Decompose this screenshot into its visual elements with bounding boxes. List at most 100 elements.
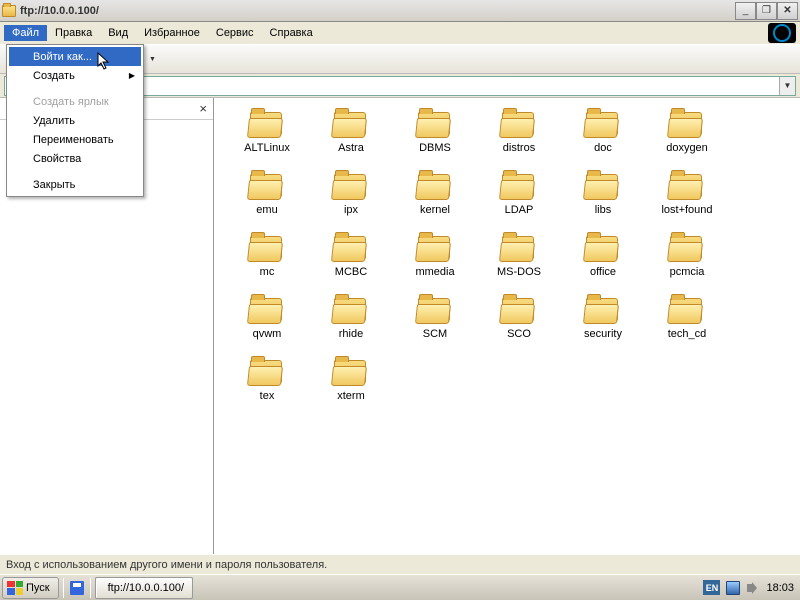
task-label: ftp://10.0.0.100/ bbox=[108, 582, 184, 594]
throbber-icon bbox=[768, 23, 796, 43]
menu-help[interactable]: Справка bbox=[262, 25, 321, 41]
folder-item[interactable]: lost+found bbox=[654, 172, 720, 216]
folder-label: MS-DOS bbox=[497, 266, 541, 278]
folder-label: Astra bbox=[338, 142, 364, 154]
folder-item[interactable]: tech_cd bbox=[654, 296, 720, 340]
menu-file[interactable]: Файл bbox=[4, 25, 47, 41]
folder-icon bbox=[500, 110, 538, 140]
folder-label: MCBC bbox=[335, 266, 367, 278]
folder-label: SCM bbox=[423, 328, 447, 340]
folder-item[interactable]: DBMS bbox=[402, 110, 468, 154]
menu-item[interactable]: Закрыть bbox=[9, 175, 141, 194]
folder-item[interactable]: Astra bbox=[318, 110, 384, 154]
folder-item[interactable]: libs bbox=[570, 172, 636, 216]
folder-label: qvwm bbox=[253, 328, 282, 340]
taskbar-task-button[interactable]: ftp://10.0.0.100/ bbox=[95, 577, 193, 599]
folder-label: office bbox=[590, 266, 616, 278]
folder-icon bbox=[668, 234, 706, 264]
folder-icon bbox=[500, 172, 538, 202]
menu-separator bbox=[11, 171, 139, 172]
folder-label: doxygen bbox=[666, 142, 708, 154]
folder-label: pcmcia bbox=[670, 266, 705, 278]
minimize-button[interactable]: _ bbox=[735, 2, 756, 20]
folder-item[interactable]: rhide bbox=[318, 296, 384, 340]
folder-item[interactable]: doxygen bbox=[654, 110, 720, 154]
volume-tray-icon[interactable] bbox=[746, 581, 760, 595]
language-indicator[interactable]: EN bbox=[703, 580, 720, 595]
menu-item[interactable]: Создать▶ bbox=[9, 66, 141, 85]
folder-icon bbox=[668, 172, 706, 202]
folder-item[interactable]: xterm bbox=[318, 358, 384, 402]
sidebar-close-button[interactable]: × bbox=[199, 101, 207, 116]
folder-icon bbox=[248, 172, 286, 202]
statusbar: Вход с использованием другого имени и па… bbox=[0, 554, 800, 574]
folder-item[interactable]: ipx bbox=[318, 172, 384, 216]
folder-icon bbox=[416, 110, 454, 140]
start-button[interactable]: Пуск bbox=[2, 577, 59, 599]
folder-label: libs bbox=[595, 204, 612, 216]
maximize-button[interactable]: ❐ bbox=[756, 2, 777, 20]
folder-icon bbox=[584, 172, 622, 202]
folder-icon bbox=[668, 110, 706, 140]
folder-item[interactable]: SCM bbox=[402, 296, 468, 340]
folder-label: DBMS bbox=[419, 142, 451, 154]
menu-item[interactable]: Свойства bbox=[9, 149, 141, 168]
window-folder-icon bbox=[2, 5, 16, 17]
folder-item[interactable]: LDAP bbox=[486, 172, 552, 216]
mouse-cursor-icon bbox=[97, 52, 113, 72]
taskbar: Пуск ftp://10.0.0.100/ EN 18:03 bbox=[0, 574, 800, 600]
window-controls: _ ❐ ✕ bbox=[735, 2, 798, 20]
clock[interactable]: 18:03 bbox=[766, 582, 794, 594]
views-dropdown[interactable]: ▼ bbox=[149, 56, 156, 63]
folder-label: mmedia bbox=[415, 266, 454, 278]
close-button[interactable]: ✕ bbox=[777, 2, 798, 20]
folder-icon bbox=[248, 296, 286, 326]
menu-tools[interactable]: Сервис bbox=[208, 25, 262, 41]
menu-item[interactable]: Удалить bbox=[9, 111, 141, 130]
folder-label: emu bbox=[256, 204, 277, 216]
menu-favorites[interactable]: Избранное bbox=[136, 25, 208, 41]
folder-item[interactable]: mc bbox=[234, 234, 300, 278]
folder-item[interactable]: tex bbox=[234, 358, 300, 402]
folder-label: rhide bbox=[339, 328, 363, 340]
menu-edit[interactable]: Правка bbox=[47, 25, 100, 41]
folder-icon bbox=[248, 358, 286, 388]
address-dropdown[interactable]: ▼ bbox=[779, 77, 795, 95]
quicklaunch-save-icon[interactable] bbox=[68, 579, 86, 597]
folder-icon bbox=[416, 172, 454, 202]
folder-icon bbox=[248, 234, 286, 264]
folder-item[interactable]: emu bbox=[234, 172, 300, 216]
folder-item[interactable]: distros bbox=[486, 110, 552, 154]
folder-icon bbox=[584, 296, 622, 326]
folder-icon bbox=[584, 110, 622, 140]
folder-item[interactable]: pcmcia bbox=[654, 234, 720, 278]
floppy-icon bbox=[70, 581, 84, 595]
menu-view[interactable]: Вид bbox=[100, 25, 136, 41]
quicklaunch-separator bbox=[90, 578, 91, 598]
folder-item[interactable]: MCBC bbox=[318, 234, 384, 278]
folder-item[interactable]: kernel bbox=[402, 172, 468, 216]
folder-item[interactable]: qvwm bbox=[234, 296, 300, 340]
folder-label: ipx bbox=[344, 204, 358, 216]
folder-item[interactable]: MS-DOS bbox=[486, 234, 552, 278]
folder-item[interactable]: doc bbox=[570, 110, 636, 154]
menu-item[interactable]: Войти как... bbox=[9, 47, 141, 66]
folder-item[interactable]: security bbox=[570, 296, 636, 340]
start-label: Пуск bbox=[26, 582, 50, 594]
folder-icon bbox=[332, 110, 370, 140]
folder-icon bbox=[332, 172, 370, 202]
folder-item[interactable]: ALTLinux bbox=[234, 110, 300, 154]
folder-item[interactable]: mmedia bbox=[402, 234, 468, 278]
file-pane[interactable]: ALTLinux Astra DBMS distros doc doxygen emu ipx… bbox=[214, 98, 800, 554]
menu-item[interactable]: Переименовать bbox=[9, 130, 141, 149]
folder-item[interactable]: office bbox=[570, 234, 636, 278]
folder-label: doc bbox=[594, 142, 612, 154]
menu-item: Создать ярлык bbox=[9, 92, 141, 111]
folder-label: tex bbox=[260, 390, 275, 402]
folder-icon bbox=[668, 296, 706, 326]
menubar: Файл Правка Вид Избранное Сервис Справка bbox=[0, 22, 800, 44]
folder-item[interactable]: SCO bbox=[486, 296, 552, 340]
display-tray-icon[interactable] bbox=[726, 581, 740, 595]
folder-icon bbox=[500, 234, 538, 264]
folder-label: distros bbox=[503, 142, 535, 154]
